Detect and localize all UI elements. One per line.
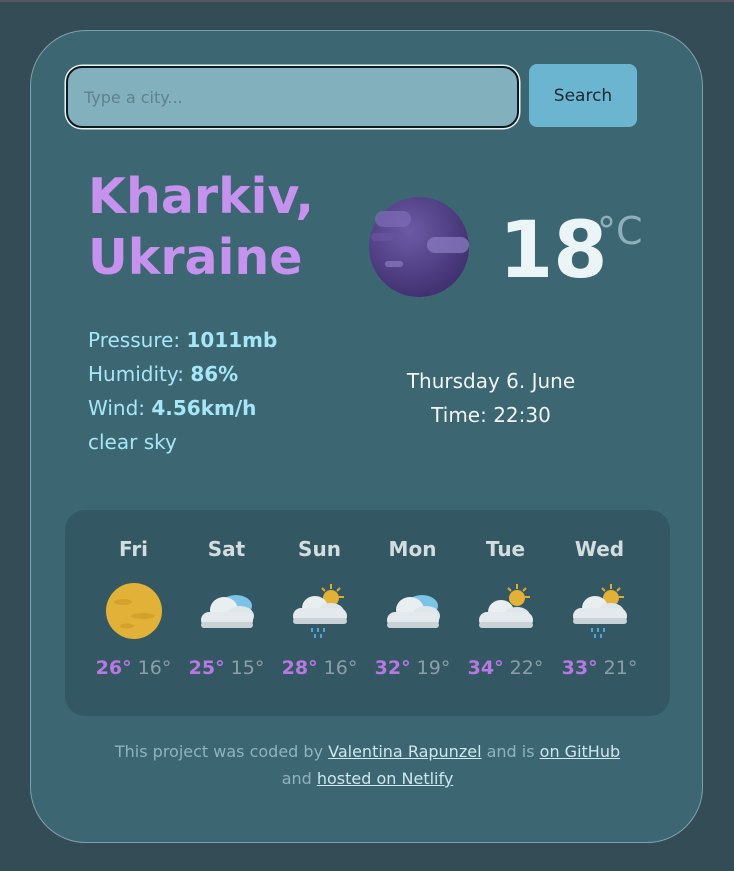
forecast-min: 19° xyxy=(416,657,451,679)
forecast-max: 25° xyxy=(188,657,225,679)
cloud-icon xyxy=(386,595,440,628)
sun-icon xyxy=(105,583,162,639)
temperature-unit[interactable]: °C xyxy=(597,207,643,255)
night-clouds-icon xyxy=(369,197,469,297)
pressure-label: Pressure: xyxy=(88,328,187,352)
footer-line-1: This project was coded by Valentina Rapu… xyxy=(31,738,704,765)
forecast-temps: 34° 22° xyxy=(459,653,552,683)
forecast-max: 34° xyxy=(467,657,504,679)
pressure-value: 1011mb xyxy=(186,328,278,352)
netlify-link[interactable]: hosted on Netlify xyxy=(317,769,453,788)
forecast-max: 32° xyxy=(374,657,411,679)
forecast-max: 28° xyxy=(281,657,318,679)
current-date: Thursday 6. June xyxy=(406,369,576,393)
forecast-temps: 32° 19° xyxy=(366,653,459,683)
sun-cloud-rain-icon xyxy=(572,584,627,638)
weather-description: clear sky xyxy=(88,430,177,454)
forecast-day: Mon 32° 19° xyxy=(366,510,459,683)
humidity-row: Humidity: 86% xyxy=(88,357,277,391)
forecast-day: Tue 34° 22° xyxy=(459,510,552,683)
weather-details: Pressure: 1011mb Humidity: 86% Wind: 4.5… xyxy=(88,323,277,459)
city-name: Kharkiv, Ukraine xyxy=(88,166,314,288)
footer-line-2: and hosted on Netlify xyxy=(31,765,704,792)
forecast-temps: 26° 16° xyxy=(87,653,180,683)
footer: This project was coded by Valentina Rapu… xyxy=(31,738,704,792)
forecast-day-name: Sun xyxy=(298,537,341,561)
humidity-label: Humidity: xyxy=(88,362,191,386)
forecast-day-name: Sat xyxy=(207,537,246,561)
sun-cloud-icon xyxy=(478,584,533,628)
forecast-min: 15° xyxy=(230,657,265,679)
city-search-input[interactable] xyxy=(66,66,519,128)
forecast-day: Wed 33° 21° xyxy=(553,510,646,683)
humidity-value: 86% xyxy=(190,362,239,386)
forecast-min: 21° xyxy=(603,657,638,679)
forecast-day: Fri 26° 16° xyxy=(87,510,180,683)
github-link[interactable]: on GitHub xyxy=(540,742,620,761)
date-time: Thursday 6. June Time: 22:30 xyxy=(371,364,611,432)
forecast-day-name: Mon xyxy=(388,537,437,561)
wind-row: Wind: 4.56km/h xyxy=(88,391,277,425)
forecast-temps: 28° 16° xyxy=(273,653,366,683)
forecast-min: 16° xyxy=(323,657,358,679)
forecast-temps: 25° 15° xyxy=(180,653,273,683)
weather-card: Search Kharkiv, Ukraine 18 °C Pressure: … xyxy=(30,30,703,843)
city-line-2: Ukraine xyxy=(88,229,303,286)
forecast-day-name: Fri xyxy=(118,537,149,561)
wind-value: 4.56km/h xyxy=(151,396,257,420)
forecast-panel: Fri 26° 16° Sat 25° 15° Sun 28° 16° Mon … xyxy=(65,510,670,716)
forecast-min: 16° xyxy=(137,657,172,679)
city-line-1: Kharkiv, xyxy=(88,168,315,225)
forecast-day-name: Tue xyxy=(485,537,526,561)
forecast-max: 33° xyxy=(561,657,598,679)
author-link[interactable]: Valentina Rapunzel xyxy=(328,742,481,761)
forecast-day: Sat 25° 15° xyxy=(180,510,273,683)
footer-text-1: This project was coded by xyxy=(114,742,329,761)
forecast-day-name: Wed xyxy=(574,537,625,561)
footer-text-2: and is xyxy=(481,742,540,761)
forecast-day: Sun 28° 16° xyxy=(273,510,366,683)
footer-text-3: and xyxy=(281,769,317,788)
current-temperature: 18 xyxy=(499,206,608,296)
window-top-border xyxy=(0,0,734,2)
forecast-max: 26° xyxy=(95,657,132,679)
forecast-temps: 33° 21° xyxy=(553,653,646,683)
wind-label: Wind: xyxy=(88,396,152,420)
cloud-icon xyxy=(200,595,254,628)
pressure-row: Pressure: 1011mb xyxy=(88,323,277,357)
search-button[interactable]: Search xyxy=(529,64,637,127)
sun-cloud-rain-icon xyxy=(292,584,347,638)
current-time: Time: 22:30 xyxy=(431,403,551,427)
forecast-min: 22° xyxy=(509,657,544,679)
